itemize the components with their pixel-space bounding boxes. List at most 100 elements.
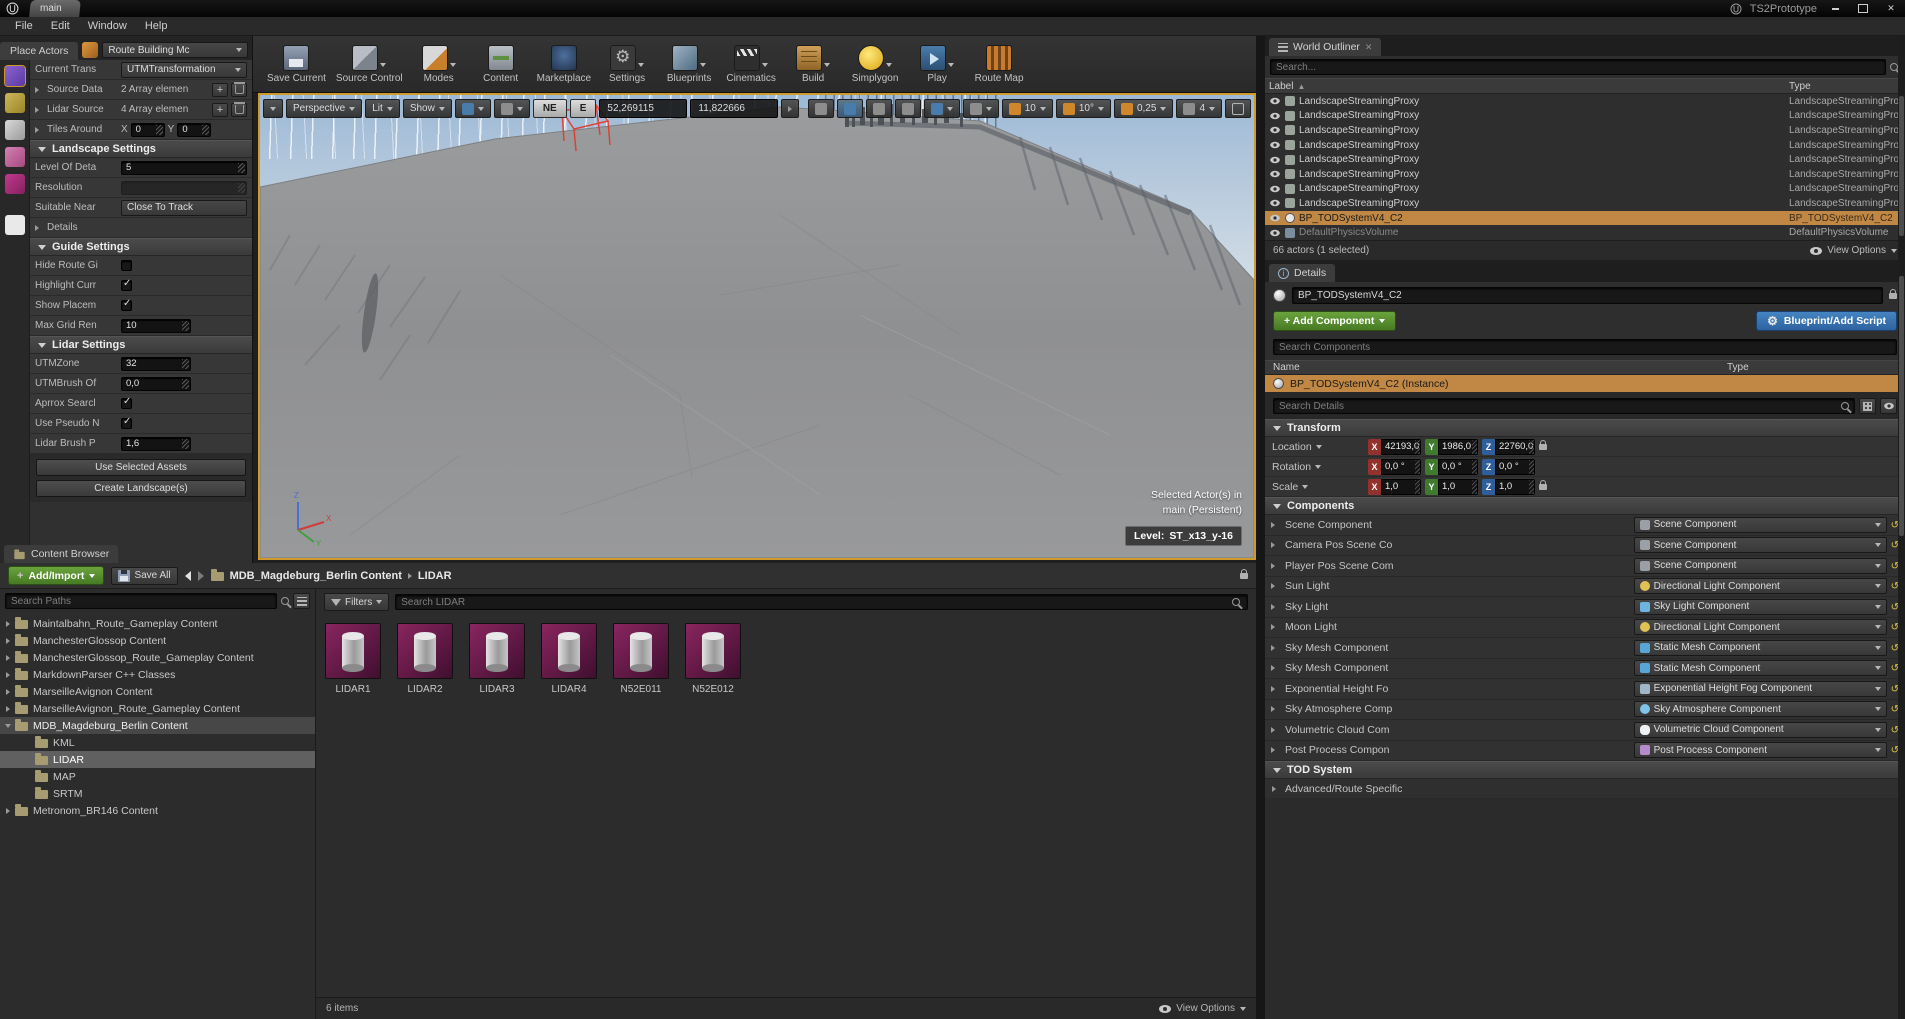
outliner-row[interactable]: LandscapeStreamingProxy LandscapeStreami… bbox=[1265, 123, 1905, 138]
rotation-label[interactable]: Rotation bbox=[1272, 461, 1368, 473]
lock-axes-icon[interactable] bbox=[1539, 444, 1547, 450]
scale-z-field[interactable]: 1,0 bbox=[1495, 479, 1535, 495]
panel-splitter[interactable] bbox=[1256, 36, 1265, 1019]
expander-icon[interactable] bbox=[6, 655, 10, 661]
visibility-eye-icon[interactable] bbox=[1270, 98, 1280, 104]
outliner-row[interactable]: DefaultPhysicsVolume DefaultPhysicsVolum… bbox=[1265, 225, 1905, 240]
component-type-select[interactable]: Directional Light Component bbox=[1634, 578, 1887, 594]
close-button[interactable] bbox=[1881, 2, 1901, 15]
add-component-button[interactable]: + Add Component bbox=[1273, 311, 1396, 331]
folder-tree-item[interactable]: MDB_Magdeburg_Berlin Content bbox=[0, 717, 315, 734]
scale-y-field[interactable]: 1,0 bbox=[1438, 479, 1478, 495]
utmbrush-field[interactable]: 0,0 bbox=[121, 377, 191, 391]
maximize-viewport-button[interactable] bbox=[1225, 99, 1251, 118]
visibility-eye-icon[interactable] bbox=[1270, 142, 1280, 148]
lidar-brush-field[interactable]: 1,6 bbox=[121, 437, 191, 451]
outliner-row[interactable]: BP_TODSystemV4_C2 BP_TODSystemV4_C2 bbox=[1265, 211, 1905, 226]
lock-icon[interactable] bbox=[1889, 293, 1897, 299]
visibility-eye-icon[interactable] bbox=[1270, 113, 1280, 119]
component-type-select[interactable]: Static Mesh Component bbox=[1634, 640, 1887, 656]
longitude-field[interactable]: 11,822666 bbox=[690, 99, 778, 118]
perspective-select[interactable]: Perspective bbox=[286, 99, 362, 118]
scale-snap-button[interactable]: 0,25 bbox=[1114, 99, 1173, 118]
actor-name-field[interactable] bbox=[1292, 287, 1883, 304]
menu-item[interactable]: Window bbox=[79, 20, 136, 32]
view-mode-select[interactable]: Lit bbox=[365, 99, 400, 118]
advanced-route-specific-expander[interactable]: Advanced/Route Specific bbox=[1272, 783, 1402, 795]
details-display-button[interactable] bbox=[1859, 398, 1876, 414]
search-components-input[interactable] bbox=[1273, 339, 1897, 355]
category-lights-icon[interactable] bbox=[5, 120, 25, 140]
sources-list-button[interactable] bbox=[293, 593, 310, 609]
show-flags-select[interactable]: Show bbox=[403, 99, 452, 118]
component-label[interactable]: Sky Mesh Component bbox=[1271, 662, 1634, 674]
toolbar-button[interactable]: Cinematics bbox=[725, 45, 777, 84]
menu-item[interactable]: Help bbox=[136, 20, 177, 32]
component-type-select[interactable]: Scene Component bbox=[1634, 558, 1887, 574]
asset-tile[interactable]: LIDAR2 bbox=[396, 623, 454, 695]
category-recently-placed-icon[interactable] bbox=[5, 66, 25, 86]
expander-icon[interactable] bbox=[6, 672, 10, 678]
outliner-column-label[interactable]: Label▲ bbox=[1269, 81, 1789, 92]
checkbox[interactable] bbox=[121, 300, 132, 311]
location-x-field[interactable]: 42193,0 bbox=[1381, 439, 1421, 455]
level-of-detail-field[interactable]: 5 bbox=[121, 161, 247, 175]
lidar-settings-header[interactable]: Lidar Settings bbox=[30, 336, 252, 354]
component-label[interactable]: Sky Light bbox=[1271, 601, 1634, 613]
component-label[interactable]: Post Process Compon bbox=[1271, 744, 1634, 756]
category-volumes-icon[interactable] bbox=[5, 215, 25, 235]
component-type-select[interactable]: Sky Atmosphere Component bbox=[1634, 701, 1887, 717]
folder-tree-item[interactable]: Metronom_BR146 Content bbox=[0, 802, 315, 819]
outliner-row[interactable]: LandscapeStreamingProxy LandscapeStreami… bbox=[1265, 152, 1905, 167]
outliner-search-input[interactable] bbox=[1270, 59, 1886, 75]
folder-tree-item[interactable]: SRTM bbox=[0, 785, 315, 802]
outliner-column-type[interactable]: Type bbox=[1789, 81, 1901, 92]
checkbox[interactable] bbox=[121, 280, 132, 291]
expander-icon[interactable] bbox=[6, 621, 10, 627]
current-trans-select[interactable]: UTMTransformation bbox=[121, 62, 247, 78]
surface-snap-button[interactable] bbox=[963, 99, 999, 118]
use-selected-assets-button[interactable]: Use Selected Assets bbox=[36, 459, 246, 476]
folder-tree-item[interactable]: ManchesterGlossop_Route_Gameplay Content bbox=[0, 649, 315, 666]
outliner-view-options-button[interactable]: View Options bbox=[1810, 245, 1897, 256]
add-import-button[interactable]: Add/Import bbox=[8, 566, 104, 585]
mode-select[interactable]: Route Building Mc bbox=[102, 42, 248, 58]
landscape-settings-header[interactable]: Landscape Settings bbox=[30, 140, 252, 158]
component-type-select[interactable]: Directional Light Component bbox=[1634, 619, 1887, 635]
viewport-options-button[interactable] bbox=[263, 99, 283, 118]
visibility-eye-icon[interactable] bbox=[1270, 215, 1280, 221]
toolbar-button[interactable]: Content bbox=[475, 45, 527, 84]
grid-snap-button[interactable]: 10 bbox=[1002, 99, 1053, 118]
scale-x-field[interactable]: 1,0 bbox=[1381, 479, 1421, 495]
toolbar-button[interactable]: Route Map bbox=[973, 45, 1025, 84]
toolbar-button[interactable]: Marketplace bbox=[537, 45, 591, 84]
toolbar-button[interactable]: Settings bbox=[601, 45, 653, 84]
folder-tree-item[interactable]: MAP bbox=[0, 768, 315, 785]
component-type-select[interactable]: Static Mesh Component bbox=[1634, 660, 1887, 676]
component-type-select[interactable]: Volumetric Cloud Component bbox=[1634, 722, 1887, 738]
folder-tree-item[interactable]: ManchesterGlossop Content bbox=[0, 632, 315, 649]
minimize-button[interactable] bbox=[1825, 2, 1845, 15]
component-label[interactable]: Exponential Height Fo bbox=[1271, 683, 1634, 695]
rotation-z-field[interactable]: 0,0 ° bbox=[1495, 459, 1535, 475]
transform-section-header[interactable]: Transform bbox=[1265, 419, 1905, 437]
forward-button[interactable] bbox=[198, 571, 204, 581]
visibility-eye-icon[interactable] bbox=[1270, 200, 1280, 206]
visibility-eye-icon[interactable] bbox=[1270, 156, 1280, 162]
tab-content-browser[interactable]: Content Browser bbox=[4, 545, 118, 563]
rotation-x-field[interactable]: 0,0 ° bbox=[1381, 459, 1421, 475]
asset-tile[interactable]: LIDAR4 bbox=[540, 623, 598, 695]
search-details-input[interactable] bbox=[1273, 398, 1855, 414]
tiles-x-field[interactable]: 0 bbox=[131, 123, 165, 137]
search-assets-input[interactable] bbox=[395, 594, 1248, 610]
category-cinematic-icon[interactable] bbox=[5, 147, 25, 167]
scale-label[interactable]: Scale bbox=[1272, 481, 1368, 493]
viewport[interactable]: Perspective Lit Show NE E 52,269115 11,8… bbox=[258, 93, 1256, 560]
visibility-eye-icon[interactable] bbox=[1270, 229, 1280, 235]
details-visibility-button[interactable] bbox=[1880, 398, 1897, 414]
visibility-eye-icon[interactable] bbox=[1270, 186, 1280, 192]
toolbar-button[interactable]: Play bbox=[911, 45, 963, 84]
latitude-field[interactable]: 52,269115 bbox=[599, 99, 687, 118]
scale-tool-button[interactable] bbox=[895, 99, 921, 118]
location-label[interactable]: Location bbox=[1272, 441, 1368, 453]
